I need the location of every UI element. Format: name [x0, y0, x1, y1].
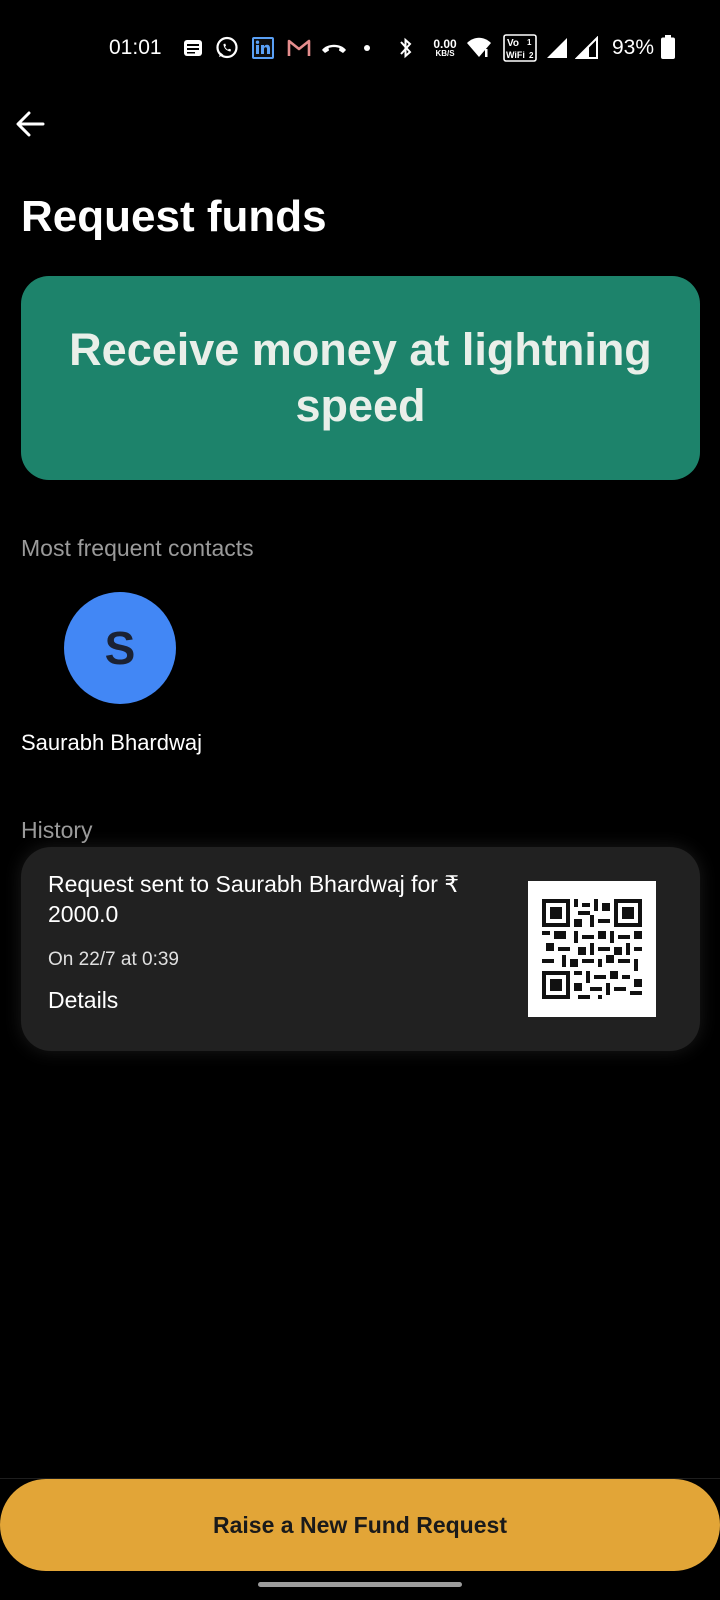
wifi-icon — [466, 36, 492, 60]
back-button[interactable] — [10, 104, 50, 144]
qr-code[interactable] — [528, 881, 656, 1017]
vowifi-icon: Vo 1 WiFi 2 — [503, 34, 537, 62]
history-card[interactable]: Request sent to Saurabh Bhardwaj for ₹ 2… — [21, 847, 700, 1051]
bluetooth-icon — [396, 36, 416, 60]
svg-text:1: 1 — [527, 38, 532, 47]
contact-item[interactable]: S Saurabh Bhardwaj — [21, 592, 221, 762]
gmail-icon — [286, 36, 312, 60]
arrow-left-icon — [16, 111, 45, 137]
signal-icon — [544, 36, 570, 60]
vowifi-line1: Vo — [507, 38, 519, 49]
qr-code-icon — [542, 899, 642, 999]
history-label: History — [21, 817, 93, 843]
page-title: Request funds — [21, 192, 327, 241]
network-speed: 0.00 KB/S — [428, 34, 462, 62]
whatsapp-icon — [214, 36, 240, 60]
dot-icon — [362, 36, 372, 60]
vowifi-line2: WiFi — [506, 50, 525, 60]
contact-name: Saurabh Bhardwaj — [21, 730, 203, 755]
promo-banner: Receive money at lightning speed — [21, 276, 700, 480]
frequent-contacts-label: Most frequent contacts — [21, 535, 254, 561]
status-bar: 01:01 0.00 KB/S Vo 1 WiFi 2 93% — [0, 0, 720, 96]
home-indicator[interactable] — [258, 1582, 462, 1587]
network-speed-unit: KB/S — [435, 49, 455, 58]
request-date: On 22/7 at 0:39 — [48, 949, 179, 970]
status-time: 01:01 — [109, 36, 162, 59]
avatar[interactable]: S — [64, 592, 176, 704]
signal-icon — [574, 36, 600, 60]
raise-fund-request-button[interactable]: Raise a New Fund Request — [0, 1479, 720, 1571]
avatar-initial: S — [104, 622, 136, 674]
svg-text:2: 2 — [529, 51, 534, 60]
battery-percent: 93% — [612, 36, 655, 59]
details-link[interactable]: Details — [48, 987, 118, 1014]
banner-text: Receive money at lightning speed — [69, 324, 652, 431]
call-icon — [320, 36, 348, 60]
battery-icon — [660, 34, 676, 60]
raise-button-label: Raise a New Fund Request — [213, 1511, 507, 1538]
message-icon — [182, 36, 204, 60]
request-text: Request sent to Saurabh Bhardwaj for ₹ 2… — [48, 871, 459, 927]
linkedin-icon — [250, 36, 276, 60]
